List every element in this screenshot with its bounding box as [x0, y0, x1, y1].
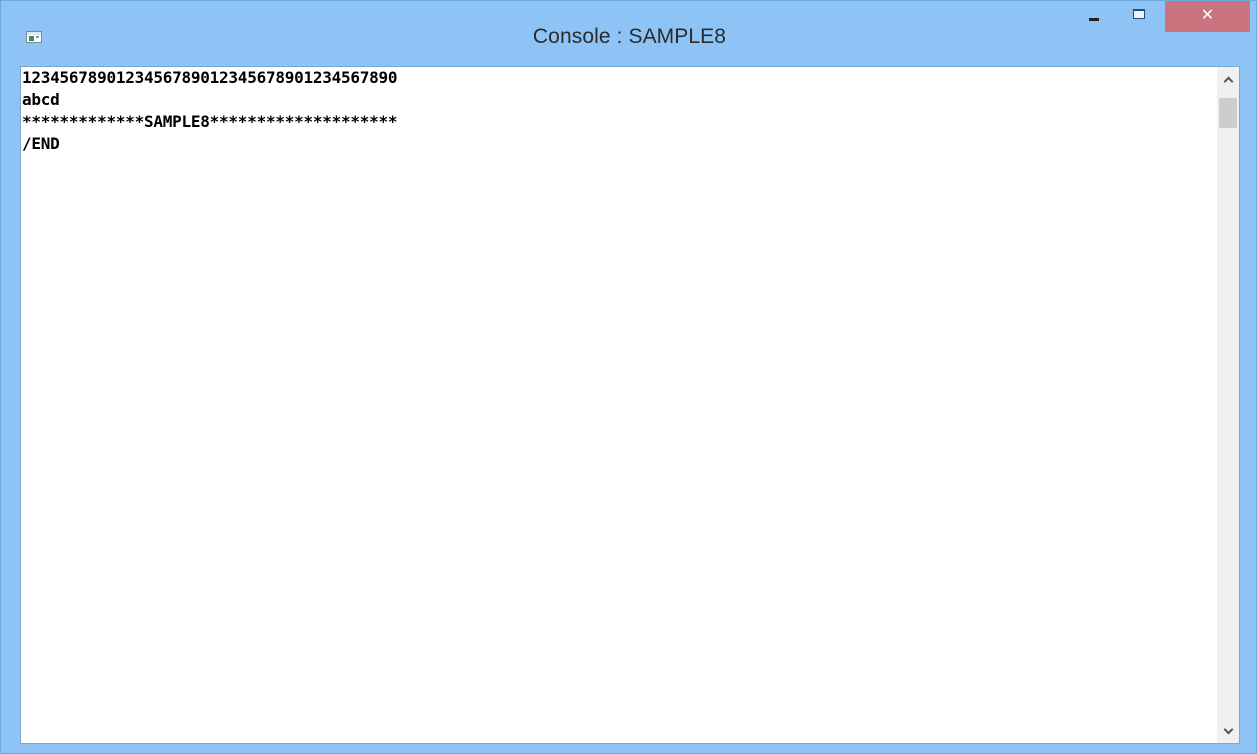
vertical-scrollbar[interactable]	[1217, 66, 1240, 744]
console-lines: 1234567890123456789012345678901234567890…	[21, 67, 398, 155]
window-title: Console : SAMPLE8	[532, 25, 727, 48]
console-output-area[interactable]: 1234567890123456789012345678901234567890…	[20, 66, 1217, 744]
close-icon: ✕	[1200, 5, 1215, 24]
title-bar[interactable]: Console : SAMPLE8 ✕	[1, 1, 1256, 65]
console-line: 1234567890123456789012345678901234567890	[22, 68, 398, 87]
console-line: *************SAMPLE8********************	[22, 112, 398, 131]
chevron-down-icon	[1223, 724, 1233, 735]
scroll-up-button[interactable]	[1217, 69, 1239, 93]
close-button[interactable]: ✕	[1165, 1, 1250, 32]
console-window: Console : SAMPLE8 ✕ 12345678901234567890…	[0, 0, 1257, 754]
console-line: abcd	[22, 90, 60, 109]
scroll-thumb[interactable]	[1219, 98, 1237, 128]
minimize-icon	[1089, 18, 1099, 21]
minimize-button[interactable]	[1077, 1, 1110, 32]
scroll-down-button[interactable]	[1217, 717, 1239, 741]
maximize-button[interactable]	[1123, 1, 1156, 32]
chevron-up-icon	[1223, 76, 1233, 87]
console-line: /END	[22, 134, 60, 153]
maximize-icon	[1133, 9, 1145, 19]
